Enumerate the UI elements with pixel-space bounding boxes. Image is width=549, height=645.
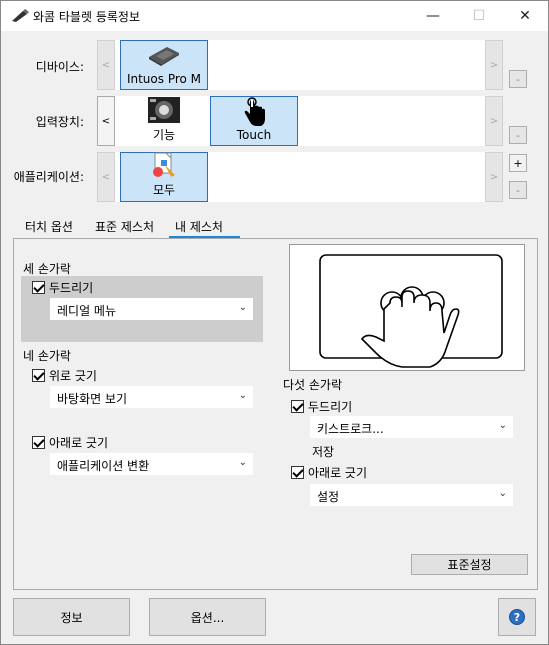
tab-strip: 터치 옵션 표준 제스처 내 제스처 [13, 213, 538, 238]
title-bar: 와콤 타블렛 등록정보 — ☐ ✕ [1, 1, 548, 31]
device-scroll-left-button[interactable]: < [97, 40, 115, 90]
four-finger-swipe-down-label: 아래로 긋기 [49, 436, 109, 450]
application-row-label: 애플리케이션: [13, 170, 84, 184]
input-tile-label: 기능 [152, 128, 176, 142]
maximize-button[interactable]: ☐ [456, 1, 502, 31]
touch-hand-icon [236, 97, 272, 126]
chevron-down-icon: ⌄ [238, 390, 247, 401]
input-strip: < 기능 Touch > [97, 96, 503, 146]
checkbox-checked-icon [291, 466, 304, 479]
window-title: 와콤 타블렛 등록정보 [33, 10, 140, 24]
four-finger-swipe-up-label: 위로 긋기 [49, 369, 97, 383]
gesture-preview [289, 244, 525, 371]
close-button[interactable]: ✕ [502, 1, 548, 31]
input-tile-functions[interactable]: 기능 [120, 96, 208, 146]
tab-my-gestures[interactable]: 내 제스처 [169, 213, 240, 238]
device-tile-label: Intuos Pro M [126, 72, 202, 86]
defaults-button[interactable]: 표준설정 [411, 554, 528, 575]
help-icon: ? [509, 609, 525, 625]
device-tile-intuos-pro-m[interactable]: Intuos Pro M [120, 40, 208, 90]
dropdown-value: 애플리케이션 변환 [57, 459, 150, 473]
five-finger-label: 다섯 손가락 [283, 378, 343, 392]
checkbox-checked-icon [32, 369, 45, 382]
checkbox-checked-icon [32, 436, 45, 449]
dropdown-value: 레디얼 메뉴 [57, 304, 117, 318]
express-keys-icon [146, 96, 182, 124]
tablet-icon [146, 42, 182, 70]
five-finger-swipe-down-label: 아래로 긋기 [308, 466, 368, 480]
device-scroll-right-button[interactable]: > [485, 40, 503, 90]
remove-input-button[interactable]: - [509, 126, 527, 144]
four-finger-label: 네 손가락 [23, 349, 71, 363]
all-apps-icon [146, 151, 182, 179]
dropdown-value: 키스트로크... [317, 422, 384, 436]
add-application-button[interactable]: + [509, 154, 527, 172]
tab-touch-options[interactable]: 터치 옵션 [19, 213, 79, 238]
four-finger-swipe-up-checkbox[interactable]: 위로 긋기 [32, 367, 97, 384]
chevron-down-icon: ⌄ [498, 420, 507, 431]
five-finger-hand-icon [319, 254, 503, 368]
five-finger-tap-dropdown[interactable]: 키스트로크... ⌄ [310, 416, 513, 438]
five-finger-tap-checkbox[interactable]: 두드리기 [291, 398, 352, 415]
app-scroll-right-button[interactable]: > [485, 152, 503, 202]
app-tile-all[interactable]: 모두 [120, 152, 208, 202]
dropdown-value: 설정 [317, 490, 340, 504]
wacom-properties-window: 와콤 타블렛 등록정보 — ☐ ✕ 디바이스: < Intuos Pro M >… [0, 0, 549, 645]
help-button[interactable]: ? [498, 598, 536, 636]
input-tile-label: Touch [236, 128, 272, 142]
app-scroll-left-button[interactable]: < [97, 152, 115, 202]
five-finger-tap-label: 두드리기 [308, 400, 353, 414]
chevron-down-icon: ⌄ [238, 457, 247, 468]
five-finger-swipe-down-dropdown[interactable]: 설정 ⌄ [310, 484, 513, 506]
five-finger-tap-note: 저장 [312, 445, 335, 459]
remove-device-button[interactable]: - [509, 70, 527, 88]
three-finger-tap-label: 두드리기 [49, 281, 94, 295]
three-finger-tap-checkbox[interactable]: 두드리기 [32, 279, 93, 296]
device-strip: < Intuos Pro M > [97, 40, 503, 90]
input-scroll-right-button[interactable]: > [485, 96, 503, 146]
input-tile-touch[interactable]: Touch [210, 96, 298, 146]
checkbox-checked-icon [291, 400, 304, 413]
input-scroll-left-button[interactable]: < [97, 96, 115, 146]
chevron-down-icon: ⌄ [498, 488, 507, 499]
device-row-label: 디바이스: [35, 60, 84, 74]
dropdown-value: 바탕화면 보기 [57, 392, 128, 406]
options-button[interactable]: 옵션... [149, 598, 266, 636]
application-strip: < 모두 > [97, 152, 503, 202]
app-tile-label: 모두 [152, 183, 176, 197]
three-finger-tap-dropdown[interactable]: 레디얼 메뉴 ⌄ [50, 298, 253, 320]
checkbox-checked-icon [32, 281, 45, 294]
chevron-down-icon: ⌄ [238, 302, 247, 313]
four-finger-swipe-down-dropdown[interactable]: 애플리케이션 변환 ⌄ [50, 453, 253, 475]
minimize-button[interactable]: — [410, 1, 456, 31]
four-finger-swipe-up-dropdown[interactable]: 바탕화면 보기 ⌄ [50, 386, 253, 408]
tab-standard-gestures[interactable]: 표준 제스처 [89, 213, 160, 238]
wacom-pen-icon [12, 9, 29, 22]
five-finger-swipe-down-checkbox[interactable]: 아래로 긋기 [291, 464, 367, 481]
remove-application-button[interactable]: - [509, 181, 527, 199]
three-finger-label: 세 손가락 [23, 262, 71, 276]
about-button[interactable]: 정보 [13, 598, 130, 636]
input-row-label: 입력장치: [35, 115, 84, 129]
four-finger-swipe-down-checkbox[interactable]: 아래로 긋기 [32, 434, 108, 451]
